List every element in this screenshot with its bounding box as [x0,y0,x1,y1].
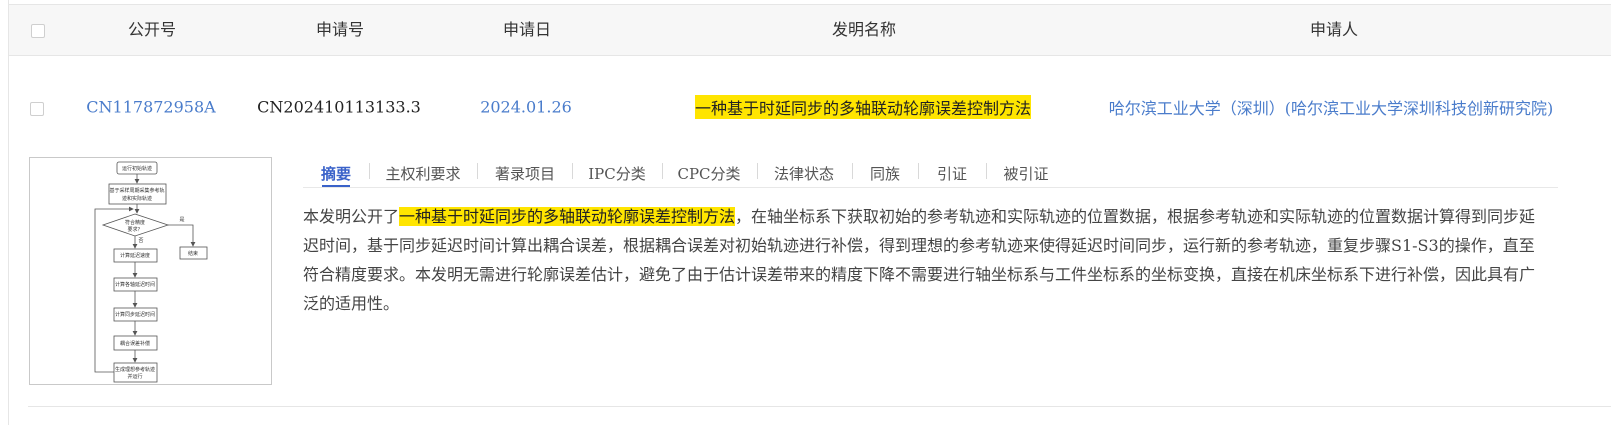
app-no: CN202410113133.3 [257,97,421,117]
header-pub-no[interactable]: 公开号 [128,5,176,55]
flow-node-text: 耦合误差补偿 [120,340,150,347]
flow-node-text: 基于采样周期采集参考轨 [109,187,164,194]
flow-node-text: 并运行 [127,373,142,380]
tab-cited-by[interactable]: 被引证 [1003,163,1048,184]
patent-title[interactable]: 一种基于时延同步的多轴联动轮廓误差控制方法 [694,95,1032,119]
tab-ipc[interactable]: IPC分类 [588,163,646,184]
flow-node-text: 要求？ [127,226,142,233]
tab-divider [852,163,853,179]
flow-node-text: 计算延迟速度 [120,252,150,259]
tab-divider [757,163,758,179]
patent-drawing-thumbnail[interactable]: 运行初始轨迹 基于采样周期采集参考轨 迹和实际轨迹 符合精度 要求？ 是 否 结… [29,157,272,385]
detail-tabs [303,157,1558,188]
pub-no-link[interactable]: CN117872958A [86,98,215,117]
row-divider [28,406,1611,407]
tab-divider [986,163,987,179]
applicant-link[interactable]: 哈尔滨工业大学（深圳）(哈尔滨工业大学深圳科技创新研究院) [1109,95,1554,119]
tab-citations[interactable]: 引证 [937,163,967,184]
tab-divider [918,163,919,179]
flow-label-yes: 是 [179,217,184,223]
header-app-date[interactable]: 申请日 [503,5,551,55]
tab-legal-status[interactable]: 法律状态 [774,163,834,184]
flow-node-text: 结束 [188,250,198,257]
abstract-highlight: 一种基于时延同步的多轴联动轮廓误差控制方法 [399,207,736,226]
tab-cpc[interactable]: CPC分类 [677,163,740,184]
header-title[interactable]: 发明名称 [832,5,896,55]
app-date-link[interactable]: 2024.01.26 [480,98,572,117]
flow-node-text: 运行初始轨迹 [122,165,152,172]
tab-bibliographic[interactable]: 著录项目 [495,163,555,184]
flow-label-no: 否 [138,238,143,244]
flow-node-text: 迹和实际轨迹 [122,195,152,202]
tab-divider [477,163,478,179]
flow-node-text: 符合精度 [125,219,145,226]
tab-abstract[interactable]: 摘要 [321,163,351,184]
tab-divider [662,163,663,179]
abstract-prefix: 本发明公开了 [303,207,400,226]
abstract-text: 本发明公开了一种基于时延同步的多轴联动轮廓误差控制方法，在轴坐标系下获取初始的参… [303,202,1548,318]
flow-node-text: 生成理想参考轨迹 [115,366,155,373]
flow-node-text: 计算同步延迟时间 [115,311,155,318]
header-app-no[interactable]: 申请号 [316,5,364,55]
tab-divider [369,163,370,179]
row-checkbox[interactable] [30,102,44,116]
flow-node-text: 计算各轴延迟时间 [115,281,155,288]
tab-main-claim[interactable]: 主权利要求 [385,163,460,184]
tab-family[interactable]: 同族 [870,163,900,184]
active-tab-indicator [322,185,350,187]
header-applicant[interactable]: 申请人 [1310,5,1358,55]
tab-divider [572,163,573,179]
table-header: 公开号 申请号 申请日 发明名称 申请人 [9,4,1611,56]
select-all-checkbox[interactable] [31,24,45,38]
